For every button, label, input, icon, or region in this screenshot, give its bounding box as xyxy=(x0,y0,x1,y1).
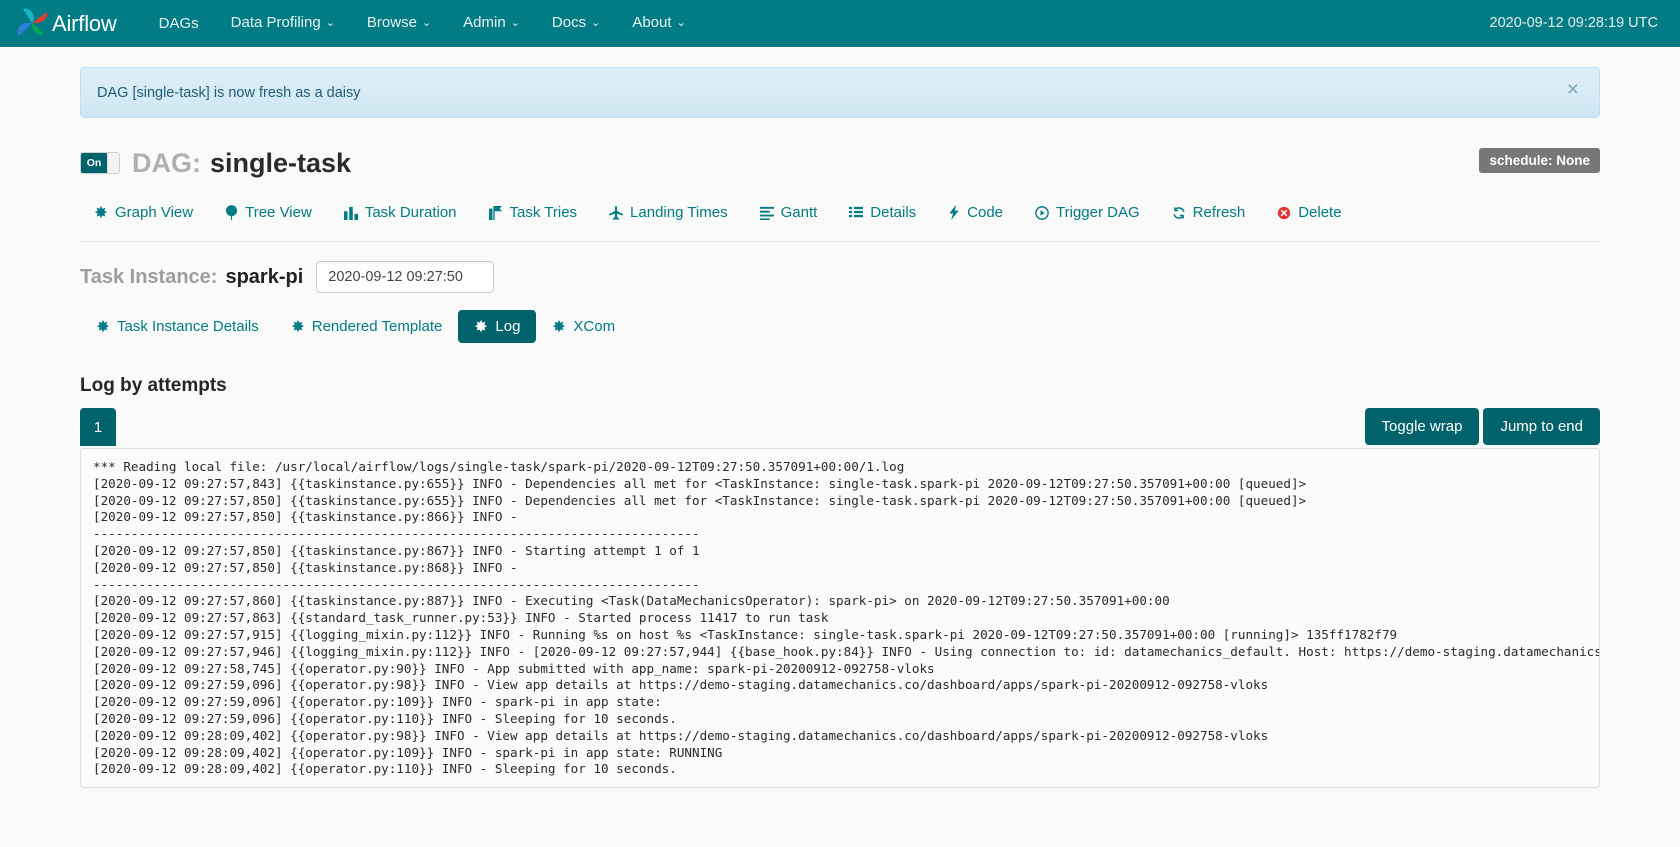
ti-tab-log-label: Log xyxy=(495,318,521,335)
chevron-down-icon: ⌄ xyxy=(676,17,686,29)
dag-tab-refresh[interactable]: Refresh xyxy=(1156,198,1262,227)
airflow-brand-link[interactable]: Airflow xyxy=(14,6,117,42)
ti-tab-rendered-template[interactable]: Rendered Template xyxy=(275,310,459,343)
dag-pause-toggle[interactable]: On xyxy=(80,152,120,174)
ti-tab-log[interactable]: Log xyxy=(458,310,537,343)
tree-icon xyxy=(225,205,238,220)
navbar-links: DAGs Data Profiling ⌄ Browse ⌄ Admin ⌄ Docs… xyxy=(143,0,702,48)
ti-tab-task-instance-details-label: Task Instance Details xyxy=(117,318,259,335)
nav-item-data-profiling[interactable]: Data Profiling ⌄ xyxy=(215,0,351,48)
nav-item-admin-label: Admin xyxy=(463,14,506,31)
dag-tab-task-duration-label: Task Duration xyxy=(364,204,457,221)
dag-tab-details-label: Details xyxy=(870,204,917,221)
dag-tab-delete-label: Delete xyxy=(1298,204,1342,221)
ti-tab-xcom-label: XCom xyxy=(573,318,616,335)
execution-date-input[interactable] xyxy=(316,261,495,293)
dag-tab-delete[interactable]: Delete xyxy=(1261,198,1357,227)
log-action-buttons: Toggle wrap Jump to end xyxy=(1364,408,1600,445)
dag-tab-code-label: Code xyxy=(967,204,1004,221)
jump-to-end-button[interactable]: Jump to end xyxy=(1483,408,1600,445)
dag-tab-refresh-label: Refresh xyxy=(1192,204,1246,221)
dag-tab-task-tries[interactable]: Task Tries xyxy=(473,198,594,227)
dag-pause-toggle-knob xyxy=(107,153,119,173)
airflow-pinwheel-logo-icon xyxy=(14,6,50,42)
chevron-down-icon: ⌄ xyxy=(510,17,520,29)
dag-tab-trigger-dag[interactable]: Trigger DAG xyxy=(1019,198,1156,227)
asterisk-icon xyxy=(96,319,110,334)
toggle-wrap-button[interactable]: Toggle wrap xyxy=(1364,408,1480,445)
list-icon xyxy=(849,206,864,220)
dag-tab-details[interactable]: Details xyxy=(833,198,932,227)
dag-tab-tree-view[interactable]: Tree View xyxy=(209,198,328,227)
dag-tab-code[interactable]: Code xyxy=(932,198,1019,227)
divider xyxy=(80,241,1600,242)
nav-item-docs[interactable]: Docs ⌄ xyxy=(536,0,616,48)
dag-tab-task-duration[interactable]: Task Duration xyxy=(328,198,473,227)
chevron-down-icon: ⌄ xyxy=(421,17,432,29)
flash-alert: DAG [single-task] is now fresh as a dais… xyxy=(80,67,1600,118)
refresh-icon xyxy=(1172,206,1186,220)
task-instance-tabs: Task Instance Details Rendered Template … xyxy=(80,310,1600,343)
nav-item-data-profiling-label: Data Profiling xyxy=(230,14,321,31)
dag-tab-gantt[interactable]: Gantt xyxy=(744,198,834,227)
schedule-badge: schedule: None xyxy=(1479,148,1600,173)
dag-nav-tabs: Graph View Tree View Task Duration Task … xyxy=(80,198,1600,227)
attempt-tab-1[interactable]: 1 xyxy=(80,408,116,446)
nav-item-about[interactable]: About ⌄ xyxy=(616,0,701,48)
dag-tab-graph-view-label: Graph View xyxy=(115,204,194,221)
dag-title-row: On DAG: single-task schedule: None xyxy=(80,146,1600,180)
top-navbar: Airflow DAGs Data Profiling ⌄ Browse ⌄ Adm… xyxy=(0,0,1680,47)
nav-item-browse[interactable]: Browse ⌄ xyxy=(351,0,447,48)
nav-item-dags-label: DAGs xyxy=(158,15,199,32)
log-section-heading: Log by attempts xyxy=(80,375,227,396)
bolt-icon xyxy=(948,205,960,220)
nav-item-admin[interactable]: Admin ⌄ xyxy=(447,0,536,48)
ti-tab-task-instance-details[interactable]: Task Instance Details xyxy=(80,310,275,343)
log-content[interactable]: *** Reading local file: /usr/local/airfl… xyxy=(80,448,1600,788)
task-instance-row: Task Instance: spark-pi xyxy=(80,261,1600,293)
chevron-down-icon: ⌄ xyxy=(591,17,601,29)
delete-circle-icon xyxy=(1277,206,1291,220)
asterisk-icon xyxy=(474,319,488,334)
attempt-tab-1-label: 1 xyxy=(93,418,103,436)
ti-tab-rendered-template-label: Rendered Template xyxy=(311,318,443,335)
asterisk-icon xyxy=(94,205,108,220)
bar-chart-icon xyxy=(343,206,358,220)
dag-tab-gantt-label: Gantt xyxy=(780,204,818,221)
page-title: single-task xyxy=(210,147,352,178)
dag-tab-graph-view[interactable]: Graph View xyxy=(80,198,209,227)
task-instance-label: Task Instance: xyxy=(80,265,218,288)
dag-tab-landing-times[interactable]: Landing Times xyxy=(593,198,744,227)
page-container: DAG [single-task] is now fresh as a dais… xyxy=(70,67,1610,788)
nav-item-docs-label: Docs xyxy=(551,14,587,31)
close-icon[interactable]: × xyxy=(1561,78,1585,101)
align-left-icon xyxy=(759,206,774,220)
log-attempts-row: 1 Toggle wrap Jump to end xyxy=(80,408,1600,448)
brand-text: Airflow xyxy=(52,10,117,36)
nav-item-about-label: About xyxy=(632,14,672,31)
play-circle-icon xyxy=(1035,205,1049,220)
ti-tab-xcom[interactable]: XCom xyxy=(536,310,631,343)
task-instance-name: spark-pi xyxy=(225,265,304,288)
dag-tab-landing-times-label: Landing Times xyxy=(630,204,728,221)
nav-item-browse-label: Browse xyxy=(366,14,417,31)
chart-flag-icon xyxy=(488,205,503,220)
asterisk-icon xyxy=(291,319,305,334)
flash-alert-message: DAG [single-task] is now fresh as a dais… xyxy=(97,84,361,101)
dag-tab-tree-view-label: Tree View xyxy=(245,204,312,221)
plane-icon xyxy=(609,205,624,220)
dag-tab-trigger-dag-label: Trigger DAG xyxy=(1056,204,1140,221)
page-title-prefix: DAG: xyxy=(132,147,201,178)
navbar-clock: 2020-09-12 09:28:19 UTC xyxy=(1489,15,1658,31)
dag-pause-toggle-label: On xyxy=(81,153,107,173)
nav-item-dags[interactable]: DAGs xyxy=(143,0,215,47)
asterisk-icon xyxy=(552,319,566,334)
chevron-down-icon: ⌄ xyxy=(325,17,335,29)
dag-tab-task-tries-label: Task Tries xyxy=(509,204,578,221)
